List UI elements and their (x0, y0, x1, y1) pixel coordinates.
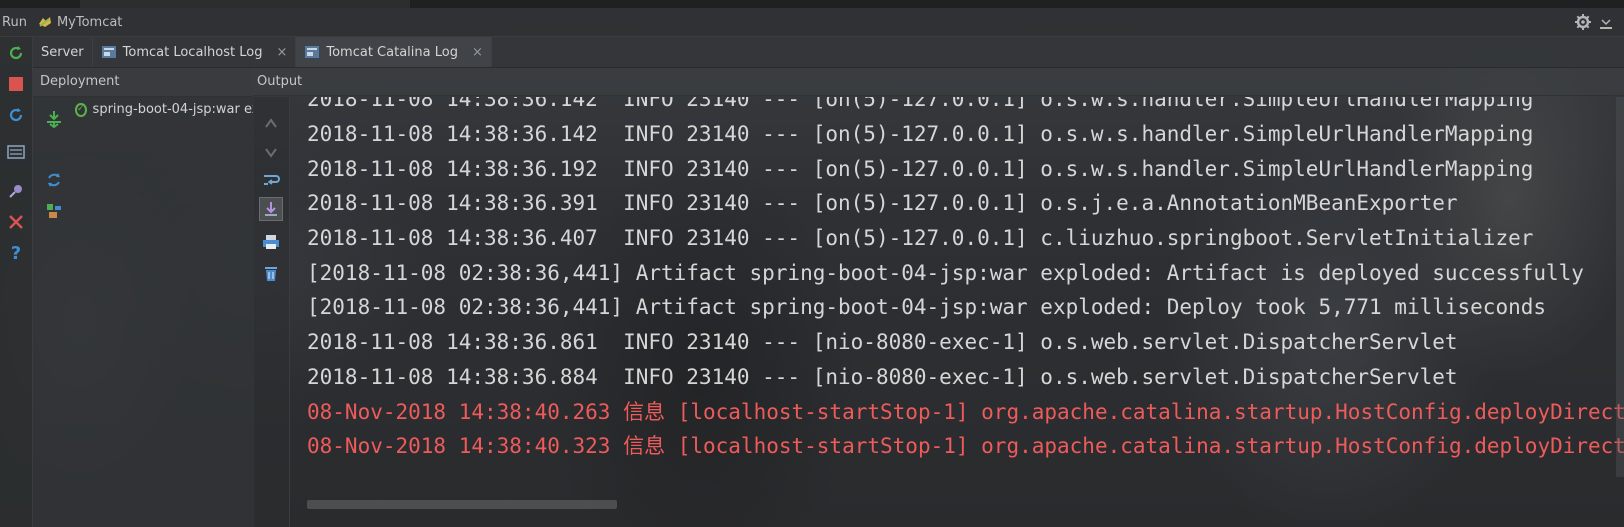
soft-wrap-icon[interactable] (259, 168, 283, 192)
tab-label: Tomcat Localhost Log (122, 44, 263, 60)
deployed-check-icon: ✓ (75, 102, 87, 117)
run-config-name: MyTomcat (56, 14, 123, 30)
console-output[interactable]: 2018-11-08 14:38:36.142 INFO 23140 --- [… (290, 97, 1624, 497)
vertical-scrollbar[interactable] (1616, 97, 1624, 477)
output-header: Output (253, 68, 1624, 96)
clear-all-icon[interactable] (259, 261, 283, 285)
tab-server[interactable]: Server (33, 37, 93, 67)
top-fold (80, 0, 410, 8)
tab-label: Tomcat Catalina Log (326, 44, 458, 60)
up-arrow-icon[interactable] (259, 111, 283, 135)
pin-icon[interactable] (6, 181, 26, 201)
log-line: [2018-11-08 02:38:36,441] Artifact sprin… (307, 295, 1547, 319)
layout-icon[interactable] (43, 200, 65, 222)
run-title-bar: Run MyTomcat (0, 8, 1624, 37)
log-line: 2018-11-08 14:38:36.407 INFO 23140 --- [… (307, 226, 1534, 250)
run-label: Run (2, 14, 27, 30)
log-file-icon (101, 46, 116, 58)
log-line-error: 08-Nov-2018 14:38:40.323 信息 [localhost-s… (307, 434, 1624, 458)
tab-label: Server (41, 44, 84, 60)
tab-close-icon[interactable]: × (472, 45, 483, 60)
log-line: 2018-11-08 14:38:36.884 INFO 23140 --- [… (307, 365, 1458, 389)
tab-close-icon[interactable]: × (276, 45, 287, 60)
log-line: 2018-11-08 14:38:36.391 INFO 23140 --- [… (307, 191, 1458, 215)
deployment-item[interactable]: ✓ spring-boot-04-jsp:war exploded (75, 102, 253, 117)
log-line: 2018-11-08 14:38:36.192 INFO 23140 --- [… (307, 157, 1534, 181)
rerun-icon[interactable] (6, 43, 26, 63)
deployment-item-label: spring-boot-04-jsp:war exploded (92, 102, 253, 117)
refresh-icon[interactable] (43, 169, 65, 191)
log-line: [2018-11-08 02:38:36,441] Artifact sprin… (307, 261, 1584, 285)
settings-gear-icon[interactable] (1574, 13, 1592, 35)
print-icon[interactable] (259, 230, 283, 254)
deploy-icon[interactable] (43, 108, 65, 130)
deployment-pane: Deployment ✓ spring-boot-04-jsp:war expl… (33, 68, 254, 527)
server-icon[interactable] (6, 142, 26, 162)
hide-icon[interactable] (1598, 14, 1614, 34)
log-file-icon (305, 46, 320, 58)
log-line-error: 08-Nov-2018 14:38:40.263 信息 [localhost-s… (307, 400, 1624, 424)
log-line: 2018-11-08 14:38:36.142 INFO 23140 --- [… (307, 97, 1534, 111)
down-arrow-icon[interactable] (259, 141, 283, 165)
close-icon[interactable] (6, 212, 26, 232)
stop-icon[interactable] (6, 74, 26, 94)
tab-tomcat-localhost-log[interactable]: Tomcat Localhost Log × (93, 37, 297, 67)
output-toolbar (253, 97, 290, 527)
log-line: 2018-11-08 14:38:36.142 INFO 23140 --- [… (307, 122, 1534, 146)
tab-tomcat-catalina-log[interactable]: Tomcat Catalina Log × (296, 37, 492, 67)
deployment-header: Deployment (33, 68, 253, 97)
horizontal-scrollbar[interactable] (307, 500, 617, 509)
update-icon[interactable] (6, 105, 26, 125)
help-icon[interactable]: ? (6, 243, 26, 264)
run-tabs: Server Tomcat Localhost Log × Tomcat Cat… (33, 37, 1624, 68)
run-left-toolbar: ? (0, 37, 33, 527)
tomcat-config-icon (38, 17, 51, 27)
log-line: 2018-11-08 14:38:36.861 INFO 23140 --- [… (307, 330, 1458, 354)
scroll-to-end-icon[interactable] (259, 197, 283, 221)
